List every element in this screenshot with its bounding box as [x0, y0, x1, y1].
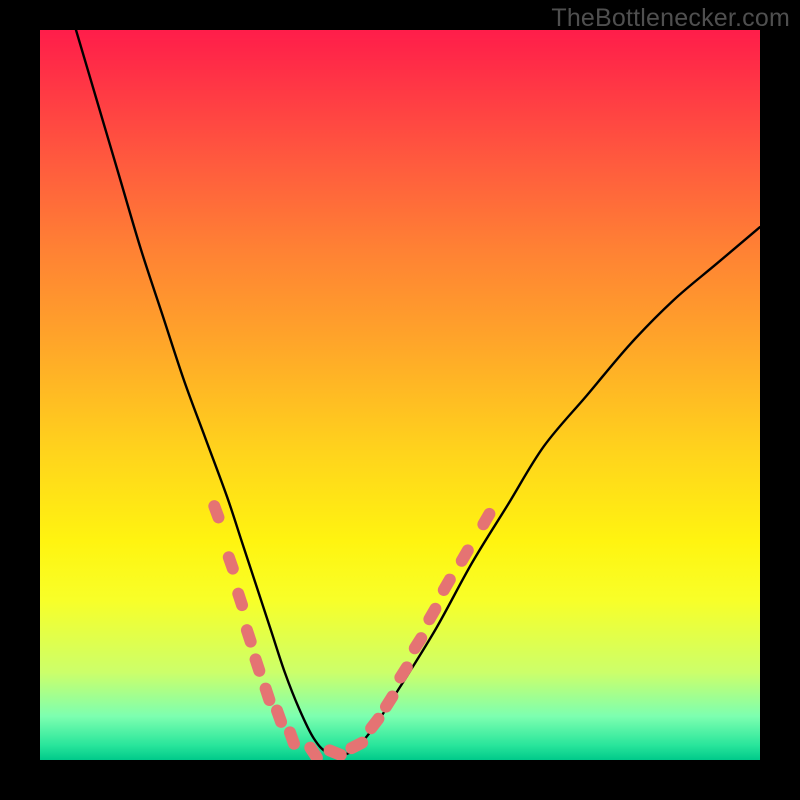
watermark-text: TheBottlenecker.com: [551, 4, 790, 33]
curve-marker: [221, 550, 240, 577]
chart-svg: [40, 30, 760, 760]
curve-marker: [392, 659, 415, 686]
curve-marker: [258, 681, 277, 708]
chart-frame: TheBottlenecker.com: [0, 0, 800, 800]
curve-marker: [248, 652, 267, 679]
curve-marker: [239, 623, 258, 650]
curve-marker: [454, 542, 476, 569]
curve-marker: [322, 743, 349, 760]
curve-marker: [269, 703, 288, 730]
curve-marker: [207, 498, 227, 525]
curve-marker: [282, 725, 301, 752]
curve-marker: [231, 586, 250, 613]
plot-area: [40, 30, 760, 760]
